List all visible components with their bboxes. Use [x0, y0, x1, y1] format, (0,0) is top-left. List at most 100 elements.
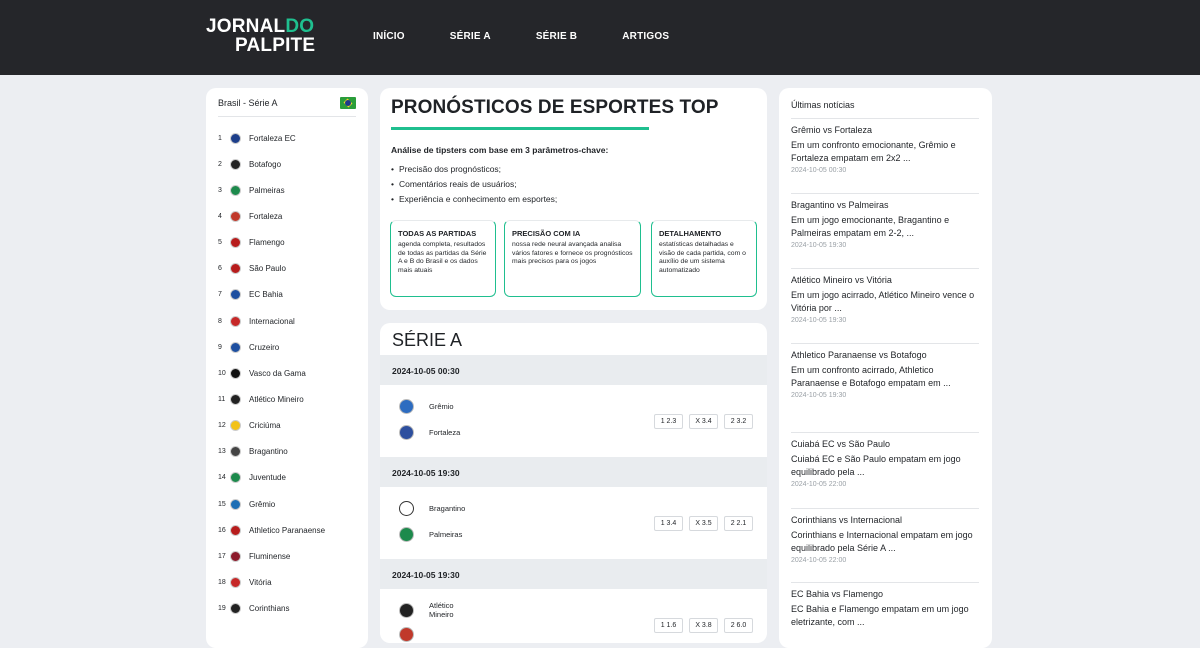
logo-palpite: PALPITE: [235, 35, 316, 56]
team-name: São Paulo: [249, 264, 286, 274]
standings-row[interactable]: 18 Vitória: [218, 569, 358, 595]
standings-panel: Brasil - Série A 1 Fortaleza EC 2 Botafogo 3…: [206, 88, 368, 648]
odd-away[interactable]: 2 3.2: [724, 414, 753, 429]
home-team: Atlético Mineiro: [399, 601, 469, 619]
standings-row[interactable]: 15 Grêmio: [218, 491, 358, 517]
match-row[interactable]: Grêmio Fortaleza 1 2.3 X 3.4 2 3.2: [380, 385, 767, 457]
feature-desc: nossa rede neural avançada analisa vário…: [512, 241, 633, 266]
feature-title: TODAS AS PARTIDAS: [398, 229, 477, 238]
odds-group: 1 3.4 X 3.5 2 2.1: [654, 516, 753, 531]
standings-row[interactable]: 19 Corinthians: [218, 596, 358, 622]
logo-do: DO: [285, 16, 315, 37]
odds-group: 1 2.3 X 3.4 2 3.2: [654, 414, 753, 429]
nav-inicio[interactable]: INÍCIO: [373, 31, 405, 42]
odd-home[interactable]: 1 1.6: [654, 618, 683, 633]
news-item[interactable]: Bragantino vs Palmeiras Em um jogo emoci…: [791, 200, 979, 249]
match-row[interactable]: Atlético Mineiro 1 1.6 X 3.8 2 6.0: [380, 589, 767, 643]
team-crest-icon: [230, 367, 241, 379]
divider: [218, 116, 356, 117]
standings-row[interactable]: 14 Juventude: [218, 465, 358, 491]
nav-serie-b[interactable]: SÉRIE B: [536, 31, 577, 42]
team-name: Grêmio: [249, 499, 276, 509]
standings-row[interactable]: 6 São Paulo: [218, 256, 358, 282]
divider: [791, 508, 979, 509]
news-headline[interactable]: EC Bahia vs Flamengo: [791, 589, 979, 599]
hero-intro: Análise de tipsters com base em 3 parâme…: [391, 145, 609, 155]
team-crest-icon: [399, 399, 414, 414]
team-name: Cruzeiro: [249, 342, 280, 352]
hero-bullets: Precisão dos prognósticos; Comentários r…: [391, 161, 557, 206]
standings-row[interactable]: 17 Fluminense: [218, 543, 358, 569]
home-team: Grêmio: [399, 399, 454, 414]
match-row[interactable]: Bragantino Palmeiras 1 3.4 X 3.5 2 2.1: [380, 487, 767, 559]
team-crest-icon: [230, 263, 241, 275]
odd-draw[interactable]: X 3.4: [689, 414, 718, 429]
news-headline[interactable]: Athletico Paranaense vs Botafogo: [791, 350, 979, 360]
team-crest-icon: [230, 472, 241, 484]
team-crest-icon: [230, 341, 241, 353]
team-crest-icon: [399, 602, 414, 618]
odd-home[interactable]: 1 3.4: [654, 516, 683, 531]
odds-group: 1 1.6 X 3.8 2 6.0: [654, 618, 753, 633]
divider: [791, 193, 979, 194]
odd-draw[interactable]: X 3.5: [689, 516, 718, 531]
odd-away[interactable]: 2 6.0: [724, 618, 753, 633]
team-crest-icon: [230, 237, 241, 249]
odd-draw[interactable]: X 3.8: [689, 618, 718, 633]
nav-artigos[interactable]: ARTIGOS: [622, 31, 669, 42]
standings-row[interactable]: 11 Atlético Mineiro: [218, 386, 358, 412]
nav-serie-a[interactable]: SÉRIE A: [450, 31, 491, 42]
team-position: 19: [218, 605, 226, 613]
match-date: 2024-10-05 00:30: [380, 355, 767, 385]
standings-row[interactable]: 1 Fortaleza EC: [218, 125, 358, 151]
site-logo[interactable]: JORNALDO PALPITE: [206, 17, 315, 55]
news-date: 2024-10-05 19:30: [791, 242, 847, 249]
odd-home[interactable]: 1 2.3: [654, 414, 683, 429]
team-position: 2: [218, 160, 222, 168]
standings-row[interactable]: 7 EC Bahia: [218, 282, 358, 308]
news-headline[interactable]: Cuiabá EC vs São Paulo: [791, 439, 979, 449]
news-item[interactable]: EC Bahia vs Flamengo EC Bahia e Flamengo…: [791, 589, 979, 629]
standings-row[interactable]: 3 Palmeiras: [218, 177, 358, 203]
news-item[interactable]: Grêmio vs Fortaleza Em um confronto emoc…: [791, 125, 979, 174]
team-position: 4: [218, 212, 222, 220]
standings-row[interactable]: 4 Fortaleza: [218, 203, 358, 229]
news-date: 2024-10-05 19:30: [791, 317, 847, 324]
odd-away[interactable]: 2 2.1: [724, 516, 753, 531]
news-item[interactable]: Athletico Paranaense vs Botafogo Em um c…: [791, 350, 979, 399]
standings-row[interactable]: 9 Cruzeiro: [218, 334, 358, 360]
news-summary: Corinthians e Internacional empatam em j…: [791, 530, 973, 553]
standings-row[interactable]: 13 Bragantino: [218, 439, 358, 465]
team-name: Atlético Mineiro: [249, 394, 304, 404]
news-headline[interactable]: Bragantino vs Palmeiras: [791, 200, 979, 210]
news-date: 2024-10-05 19:30: [791, 392, 847, 399]
standings-row[interactable]: 10 Vasco da Gama: [218, 360, 358, 386]
team-crest-icon: [230, 132, 241, 144]
team-name: Vasco da Gama: [249, 368, 306, 378]
team-name: EC Bahia: [249, 290, 283, 300]
news-item[interactable]: Corinthians vs Internacional Corinthians…: [791, 515, 979, 564]
news-item[interactable]: Atlético Mineiro vs Vitória Em um jogo a…: [791, 275, 979, 324]
team-position: 17: [218, 552, 226, 560]
standings-row[interactable]: 16 Athletico Paranaense: [218, 517, 358, 543]
news-item[interactable]: Cuiabá EC vs São Paulo Cuiabá EC e São P…: [791, 439, 979, 488]
team-name: Flamengo: [249, 238, 285, 248]
standings-row[interactable]: 5 Flamengo: [218, 230, 358, 256]
news-headline[interactable]: Atlético Mineiro vs Vitória: [791, 275, 979, 285]
team-crest-icon: [399, 627, 414, 642]
standings-row[interactable]: 8 Internacional: [218, 308, 358, 334]
logo-jornal: JORNAL: [206, 16, 286, 37]
team-name: Criciúma: [249, 421, 281, 431]
news-summary: Cuiabá EC e São Paulo empatam em jogo eq…: [791, 454, 961, 477]
team-position: 6: [218, 265, 222, 273]
match-date: 2024-10-05 19:30: [380, 559, 767, 589]
bullet-item: Precisão dos prognósticos;: [391, 161, 557, 176]
team-crest-icon: [399, 425, 414, 440]
news-headline[interactable]: Grêmio vs Fortaleza: [791, 125, 979, 135]
news-summary: Em um jogo acirrado, Atlético Mineiro ve…: [791, 290, 975, 313]
standings-row[interactable]: 12 Criciúma: [218, 413, 358, 439]
standings-row[interactable]: 2 Botafogo: [218, 151, 358, 177]
team-position: 13: [218, 448, 226, 456]
team-name: Fortaleza EC: [249, 133, 296, 143]
news-headline[interactable]: Corinthians vs Internacional: [791, 515, 979, 525]
